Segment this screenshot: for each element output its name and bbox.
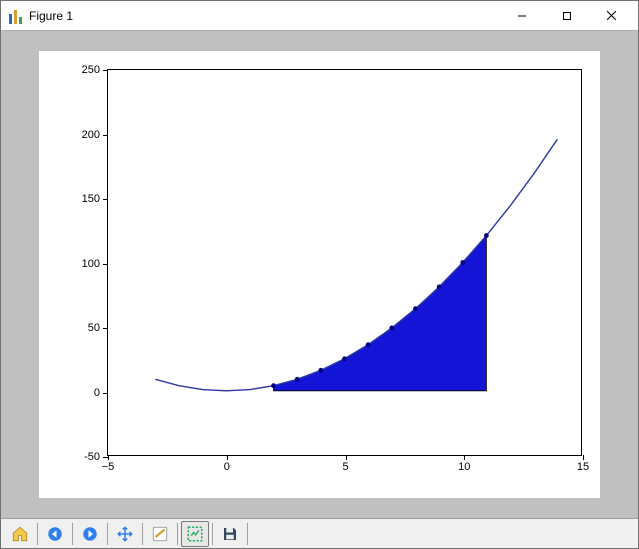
data-marker <box>271 383 276 388</box>
axes-container: -50050100150200250−5051015 <box>39 51 600 498</box>
plot-axes: -50050100150200250−5051015 <box>107 69 582 456</box>
zoom-button[interactable] <box>181 521 209 547</box>
data-marker <box>366 342 371 347</box>
minimize-button[interactable] <box>499 1 544 30</box>
window-root: Figure 1 -50050100150200250−5051015 <box>0 0 639 549</box>
fill-region <box>274 236 487 391</box>
data-marker <box>295 377 300 382</box>
title-bar: Figure 1 <box>1 1 638 31</box>
subplots-button[interactable] <box>146 521 174 547</box>
back-button[interactable] <box>41 521 69 547</box>
data-marker <box>484 233 489 238</box>
maximize-button[interactable] <box>544 1 589 30</box>
figure-canvas[interactable]: -50050100150200250−5051015 <box>1 31 638 518</box>
save-button[interactable] <box>216 521 244 547</box>
data-marker <box>389 326 394 331</box>
data-marker <box>460 260 465 265</box>
close-button[interactable] <box>589 1 634 30</box>
data-marker <box>342 356 347 361</box>
home-button[interactable] <box>6 521 34 547</box>
app-icon <box>7 8 23 24</box>
data-marker <box>437 284 442 289</box>
pan-button[interactable] <box>111 521 139 547</box>
data-marker <box>413 306 418 311</box>
plot-svg <box>108 70 581 455</box>
data-marker <box>318 368 323 373</box>
matplotlib-toolbar <box>1 518 638 548</box>
forward-button[interactable] <box>76 521 104 547</box>
window-title: Figure 1 <box>29 9 73 23</box>
